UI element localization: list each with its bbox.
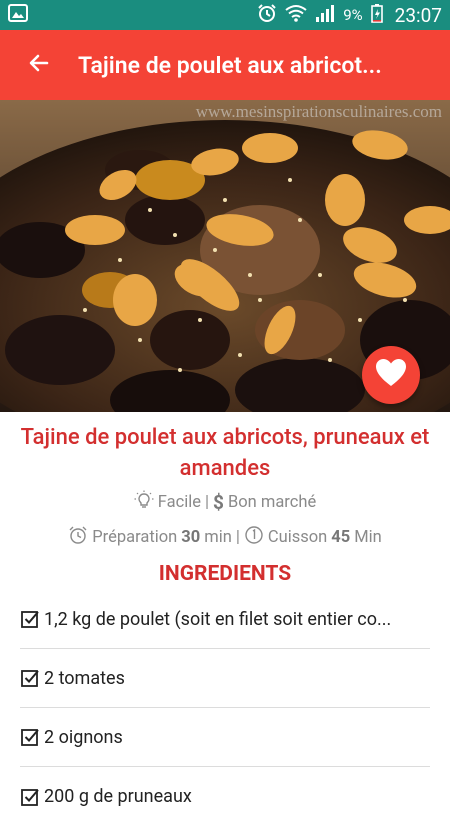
ingredient-text: 2 oignons <box>44 726 123 748</box>
favorite-button[interactable] <box>362 346 420 404</box>
recipe-title: Tajine de poulet aux abricots, pruneaux … <box>20 425 430 481</box>
ingredients-heading: INGREDIENTS <box>158 562 292 586</box>
checkbox-icon[interactable] <box>20 609 42 629</box>
ingredient-item[interactable]: 200 g de pruneaux <box>20 767 430 826</box>
recipe-meta-difficulty-cost: Facile | $ Bon marché <box>0 490 450 515</box>
recipe-meta-times: Préparation 30 min | Cuisson 45 Min <box>0 525 450 550</box>
signal-icon <box>315 4 335 26</box>
meta-separator: | <box>205 493 210 512</box>
checkbox-icon[interactable] <box>20 668 42 688</box>
checkbox-icon[interactable] <box>20 787 42 807</box>
cook-value: 45 <box>331 528 351 547</box>
cook-unit: Min <box>354 528 382 547</box>
image-icon <box>8 4 28 26</box>
alarm-icon <box>257 3 277 27</box>
battery-icon <box>370 3 383 27</box>
clock: 23:07 <box>394 3 442 27</box>
app-bar: Tajine de poulet aux abricot... <box>0 30 450 100</box>
meta-separator: | <box>235 528 240 547</box>
ingredient-item[interactable]: 1,2 kg de poulet (soit en filet soit ent… <box>20 590 430 649</box>
ingredient-item[interactable]: 2 oignons <box>20 708 430 767</box>
ingredient-text: 2 tomates <box>44 667 125 689</box>
cook-timer-icon <box>244 525 264 550</box>
photo-watermark: www.mesinspirationsculinaires.com <box>195 102 442 121</box>
prep-unit: min <box>204 528 232 547</box>
cost-label: Bon marché <box>227 493 317 512</box>
lightbulb-icon <box>134 490 154 515</box>
heart-icon <box>375 358 407 392</box>
prep-value: 30 <box>181 528 201 547</box>
status-bar: 9% 23:07 <box>0 0 450 30</box>
app-bar-title: Tajine de poulet aux abricot... <box>78 51 382 79</box>
ingredient-item[interactable]: 2 tomates <box>20 649 430 708</box>
alarm-clock-icon <box>68 525 88 550</box>
wifi-icon <box>285 4 307 26</box>
arrow-left-icon <box>27 51 51 79</box>
cook-label: Cuisson <box>267 528 328 547</box>
dollar-icon: $ <box>213 491 224 514</box>
ingredients-list: 1,2 kg de poulet (soit en filet soit ent… <box>20 590 430 826</box>
back-button[interactable] <box>0 30 78 100</box>
ingredient-text: 200 g de pruneaux <box>44 786 192 807</box>
battery-level: 9% <box>343 6 363 24</box>
checkbox-icon[interactable] <box>20 727 42 747</box>
difficulty-label: Facile <box>157 493 202 512</box>
ingredient-text: 1,2 kg de poulet (soit en filet soit ent… <box>44 608 392 630</box>
prep-label: Préparation <box>92 528 178 547</box>
